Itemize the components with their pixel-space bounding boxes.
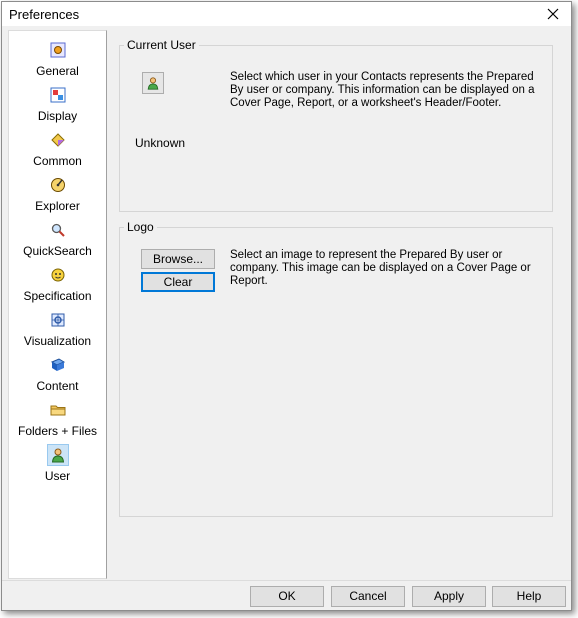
general-icon — [47, 39, 69, 61]
close-button[interactable] — [541, 4, 565, 24]
user-icon — [147, 77, 159, 90]
user-icon — [46, 444, 69, 466]
current-user-legend: Current User — [127, 38, 196, 52]
sidebar-item-label: Explorer — [35, 199, 80, 213]
window-title: Preferences — [9, 7, 80, 22]
cancel-button[interactable]: Cancel — [331, 586, 405, 607]
specification-icon — [47, 264, 69, 286]
sidebar-item-display[interactable]: Display — [9, 80, 106, 125]
ok-button[interactable]: OK — [250, 586, 324, 607]
logo-group: Logo Browse... Clear Select an image to … — [119, 220, 553, 517]
sidebar-item-specification[interactable]: Specification — [9, 260, 106, 305]
sidebar-item-label: Folders + Files — [17, 424, 98, 438]
help-button[interactable]: Help — [492, 586, 566, 607]
current-user-name: Unknown — [135, 136, 186, 150]
sidebar-item-quicksearch[interactable]: QuickSearch — [9, 215, 106, 260]
preferences-sidebar: General Display Common Explorer QuickSea… — [8, 30, 107, 579]
current-user-description: Select which user in your Contacts repre… — [230, 71, 535, 109]
logo-description: Select an image to represent the Prepare… — [230, 249, 531, 287]
sidebar-item-label: QuickSearch — [23, 244, 92, 258]
title-bar: Preferences — [2, 2, 571, 26]
browse-button[interactable]: Browse... — [141, 249, 215, 269]
visualization-icon — [47, 309, 69, 331]
sidebar-item-label: User — [44, 469, 71, 483]
preferences-content: Current User Select which user in your C… — [108, 30, 566, 579]
explorer-icon — [47, 174, 69, 196]
sidebar-item-folders-files[interactable]: Folders + Files — [9, 395, 106, 440]
clear-button[interactable]: Clear — [141, 272, 215, 292]
quicksearch-icon — [47, 219, 69, 241]
select-user-button[interactable] — [142, 72, 164, 94]
sidebar-item-label: Display — [37, 109, 78, 123]
sidebar-item-common[interactable]: Common — [9, 125, 106, 170]
sidebar-item-general[interactable]: General — [9, 35, 106, 80]
sidebar-item-label: Visualization — [23, 334, 92, 348]
sidebar-item-explorer[interactable]: Explorer — [9, 170, 106, 215]
current-user-group: Current User Select which user in your C… — [119, 38, 553, 212]
preferences-dialog: Preferences General Display Common Explo… — [1, 1, 572, 611]
sidebar-item-content[interactable]: Content — [9, 350, 106, 395]
sidebar-item-label: General — [36, 64, 79, 78]
sidebar-item-label: Specification — [23, 289, 92, 303]
sidebar-item-label: Common — [33, 154, 82, 168]
dialog-footer: OK Cancel Apply Help — [2, 580, 571, 610]
sidebar-item-visualization[interactable]: Visualization — [9, 305, 106, 350]
sidebar-item-user[interactable]: User — [9, 440, 106, 485]
content-icon — [47, 354, 69, 376]
common-icon — [47, 129, 69, 151]
display-icon — [47, 84, 69, 106]
folder-icon — [47, 399, 69, 421]
apply-button[interactable]: Apply — [412, 586, 486, 607]
logo-legend: Logo — [127, 220, 154, 234]
close-icon — [547, 8, 559, 20]
sidebar-item-label: Content — [36, 379, 79, 393]
